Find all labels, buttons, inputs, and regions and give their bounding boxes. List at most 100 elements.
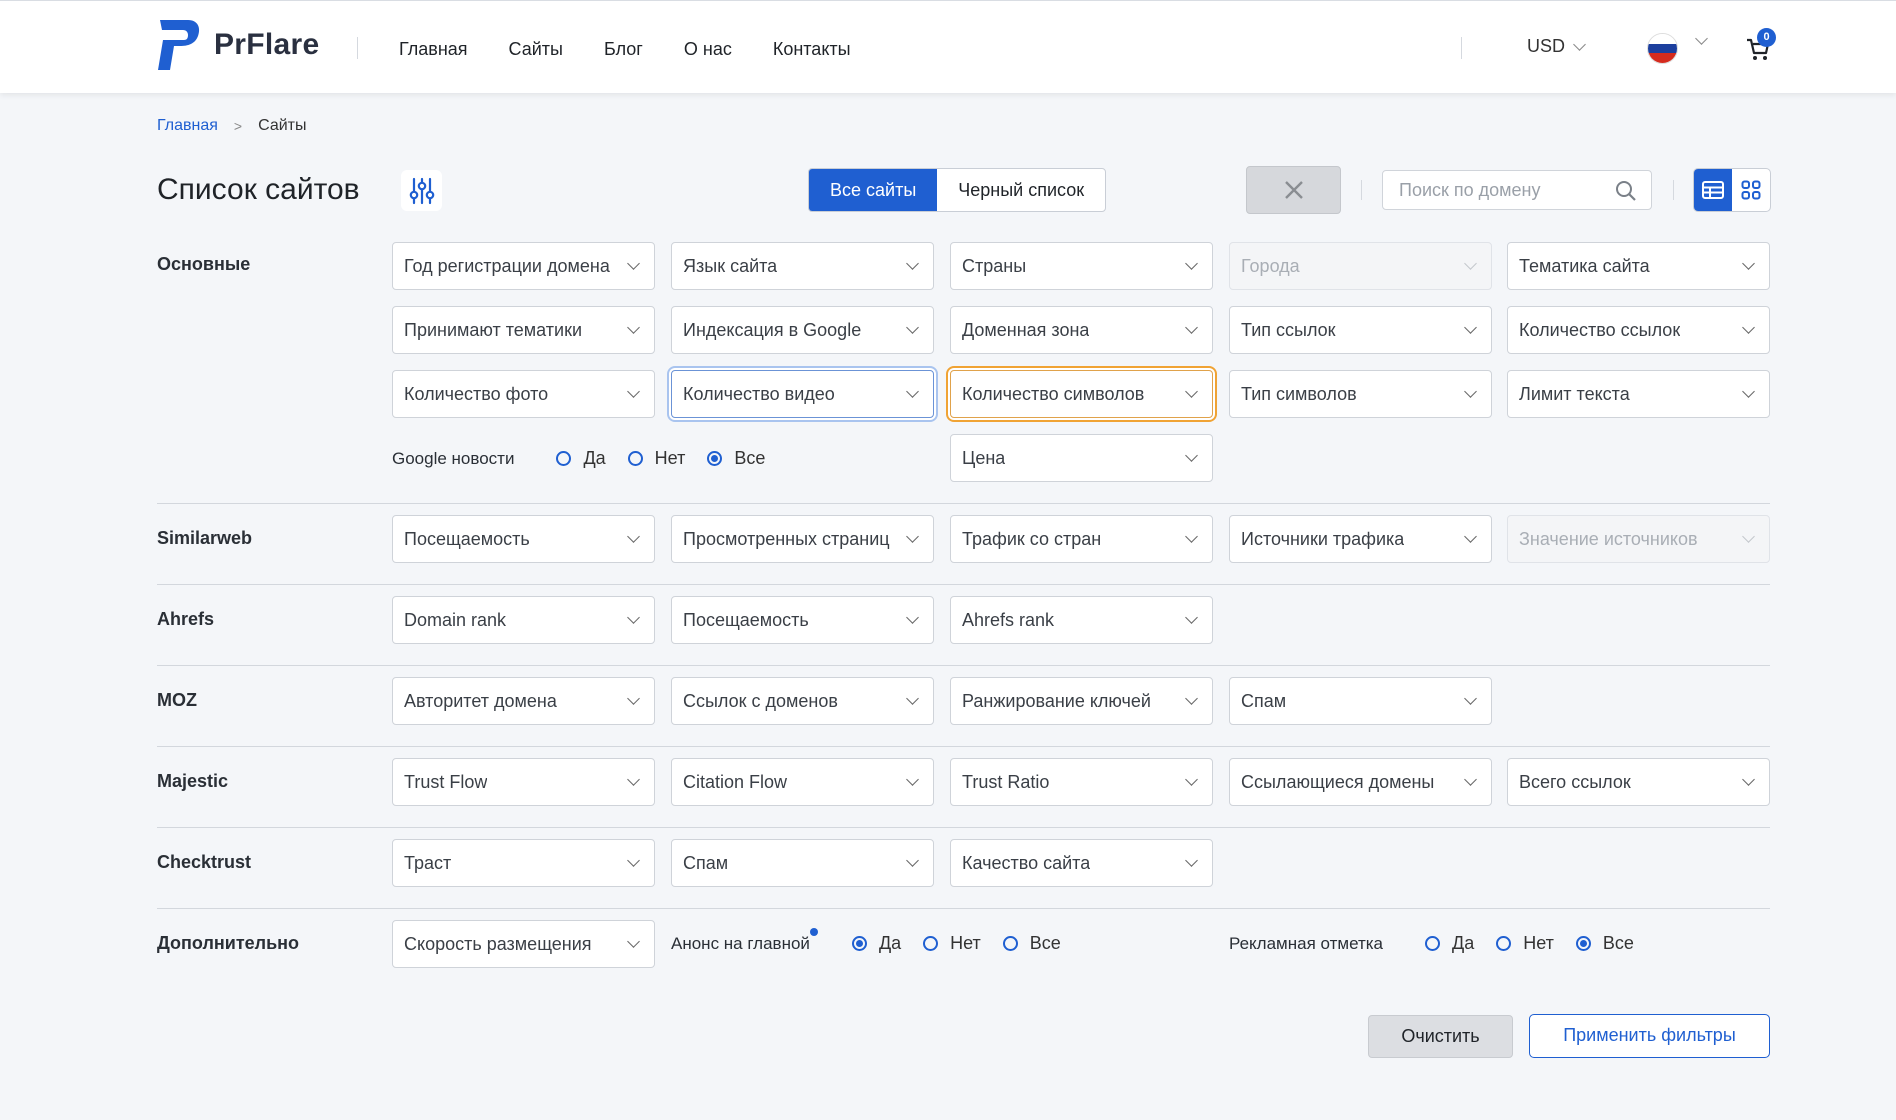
filter-char-count[interactable]: Количество символов: [950, 370, 1213, 418]
filter-label: Ссылок с доменов: [683, 691, 838, 711]
filter-moz-spam[interactable]: Спам: [1229, 677, 1492, 725]
filter-label: Значение источников: [1519, 529, 1698, 549]
filter-link-count[interactable]: Количество ссылок: [1507, 306, 1770, 354]
filter-ahrefs-rank[interactable]: Ahrefs rank: [950, 596, 1213, 644]
ad-mark-all[interactable]: Все: [1575, 933, 1634, 954]
filter-accepted-topics[interactable]: Принимают тематики: [392, 306, 655, 354]
filter-sw-traffic-sources[interactable]: Источники трафика: [1229, 515, 1492, 563]
nav-contacts[interactable]: Контакты: [773, 37, 851, 61]
chevron-down-icon: [1464, 692, 1477, 705]
filter-majestic-ref-domains[interactable]: Ссылающиеся домены: [1229, 758, 1492, 806]
google-news-no[interactable]: Нет: [627, 448, 686, 469]
ad-mark-yes[interactable]: Да: [1425, 933, 1474, 954]
filter-site-topic[interactable]: Тематика сайта: [1507, 242, 1770, 290]
filter-ahrefs-domain-rank[interactable]: Domain rank: [392, 596, 655, 644]
radio-label: Нет: [1523, 933, 1554, 953]
filter-countries[interactable]: Страны: [950, 242, 1213, 290]
filter-sw-country-traffic[interactable]: Трафик со стран: [950, 515, 1213, 563]
home-announce-no[interactable]: Нет: [923, 933, 981, 954]
filter-price[interactable]: Цена: [950, 434, 1213, 482]
chevron-down-icon: [1573, 37, 1586, 51]
chevron-down-icon: [1464, 257, 1477, 270]
filter-google-index[interactable]: Индексация в Google: [671, 306, 934, 354]
home-announce-radio-group: Анонс на главной Да Нет Все: [671, 933, 1061, 954]
search-icon[interactable]: [1615, 180, 1637, 202]
nav-blog[interactable]: Блог: [604, 37, 643, 61]
nav-sites[interactable]: Сайты: [509, 37, 563, 61]
radio-label: Нет: [950, 933, 981, 953]
ad-mark-no[interactable]: Нет: [1496, 933, 1554, 954]
nav-home[interactable]: Главная: [399, 37, 468, 61]
filter-ahrefs-visits[interactable]: Посещаемость: [671, 596, 934, 644]
chevron-down-icon: [627, 773, 640, 786]
radio-label: Все: [734, 448, 766, 468]
section-divider: [157, 584, 1770, 585]
tab-blacklist[interactable]: Черный список: [937, 169, 1105, 211]
google-news-all[interactable]: Все: [707, 448, 765, 469]
grid-view-button[interactable]: [1732, 169, 1770, 211]
table-view-button[interactable]: [1694, 169, 1732, 211]
filter-majestic-total-links[interactable]: Всего ссылок: [1507, 758, 1770, 806]
nav-about[interactable]: О нас: [684, 37, 732, 61]
filter-majestic-trust-ratio[interactable]: Trust Ratio: [950, 758, 1213, 806]
filter-photo-count[interactable]: Количество фото: [392, 370, 655, 418]
filter-checktrust-trust[interactable]: Траст: [392, 839, 655, 887]
filter-moz-linking-domains[interactable]: Ссылок с доменов: [671, 677, 934, 725]
logo[interactable]: PrFlare: [156, 17, 320, 73]
chevron-down-icon: [906, 773, 919, 786]
chevron-down-icon: [627, 692, 640, 705]
chevron-down-icon: [627, 935, 640, 948]
currency-select[interactable]: USD: [1527, 36, 1586, 57]
filter-site-language[interactable]: Язык сайта: [671, 242, 934, 290]
home-announce-all[interactable]: Все: [1002, 933, 1061, 954]
filter-domain-zone[interactable]: Доменная зона: [950, 306, 1213, 354]
chevron-down-icon: [1185, 692, 1198, 705]
filter-link-type[interactable]: Тип ссылок: [1229, 306, 1492, 354]
chevron-down-icon: [1742, 530, 1755, 543]
header-divider: [1461, 37, 1462, 59]
chevron-down-icon: [1185, 854, 1198, 867]
section-label-majestic: Majestic: [157, 771, 229, 791]
filter-checktrust-quality[interactable]: Качество сайта: [950, 839, 1213, 887]
filter-placement-speed[interactable]: Скорость размещения: [392, 920, 655, 968]
domain-search-input[interactable]: [1383, 171, 1593, 209]
radio-selected-icon: [851, 936, 867, 951]
chevron-down-icon: [906, 530, 919, 543]
radio-label: Нет: [654, 448, 686, 468]
filter-moz-domain-authority[interactable]: Авторитет домена: [392, 677, 655, 725]
filter-text-limit[interactable]: Лимит текста: [1507, 370, 1770, 418]
filter-checktrust-spam[interactable]: Спам: [671, 839, 934, 887]
filter-settings-button[interactable]: [401, 170, 442, 211]
section-divider: [157, 827, 1770, 828]
filter-majestic-trust-flow[interactable]: Trust Flow: [392, 758, 655, 806]
section-label-extra: Дополнительно: [157, 933, 300, 953]
filter-label: Спам: [683, 853, 729, 873]
russia-flag-icon[interactable]: [1647, 33, 1678, 64]
tab-all-sites[interactable]: Все сайты: [809, 169, 938, 211]
home-announce-yes[interactable]: Да: [851, 933, 901, 954]
breadcrumb-home[interactable]: Главная: [157, 117, 218, 135]
filter-moz-keyword-ranking[interactable]: Ранжирование ключей: [950, 677, 1213, 725]
apply-filters-button[interactable]: Применить фильтры: [1529, 1014, 1770, 1058]
filter-majestic-citation-flow[interactable]: Citation Flow: [671, 758, 934, 806]
filter-char-type[interactable]: Тип символов: [1229, 370, 1492, 418]
ad-mark-label: Рекламная отметка: [1229, 933, 1384, 953]
filter-video-count[interactable]: Количество видео: [671, 370, 934, 418]
filter-label: Траст: [404, 853, 452, 873]
section-divider: [157, 503, 1770, 504]
close-icon: [1284, 181, 1303, 199]
section-label-similarweb: Similarweb: [157, 528, 253, 548]
chevron-down-icon: [627, 257, 640, 270]
filter-domain-year[interactable]: Год регистрации домена: [392, 242, 655, 290]
filter-sw-visits[interactable]: Посещаемость: [392, 515, 655, 563]
main-nav: Главная Сайты Блог О нас Контакты: [399, 37, 892, 61]
section-label-checktrust: Checktrust: [157, 852, 252, 872]
reset-filters-button[interactable]: [1246, 166, 1341, 214]
breadcrumb-current: Сайты: [258, 117, 307, 134]
section-label-main: Основные: [157, 254, 251, 274]
clear-filters-button[interactable]: Очистить: [1368, 1015, 1513, 1058]
info-dot-icon: [810, 928, 818, 936]
filter-sw-pageviews[interactable]: Просмотренных страниц: [671, 515, 934, 563]
chevron-down-icon[interactable]: [1695, 32, 1708, 45]
google-news-yes[interactable]: Да: [556, 448, 606, 469]
